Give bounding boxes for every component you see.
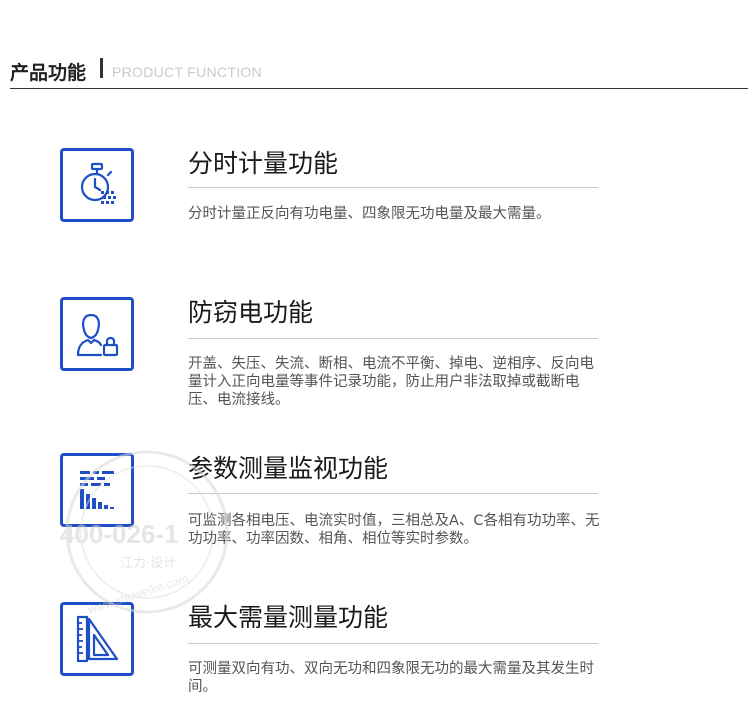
- feature-description: 可监测各相电压、电流实时值，三相总及A、C各相有功功率、无功功率、功率因数、相角…: [188, 513, 600, 547]
- feature-title: 防窃电功能: [188, 298, 314, 327]
- feature-title: 参数测量监视功能: [188, 454, 389, 483]
- feature-title: 分时计量功能: [188, 149, 339, 178]
- stopwatch-icon: [60, 148, 134, 222]
- feature-title: 最大需量测量功能: [188, 603, 389, 632]
- bar-chart-icon: [60, 453, 134, 527]
- section-subtitle: PRODUCT FUNCTION: [112, 64, 262, 80]
- feature-divider: [188, 187, 598, 188]
- section-header: 产品功能 PRODUCT FUNCTION: [10, 52, 748, 89]
- feature-description: 可测量双向有功、双向无功和四象限无功的最大需量及其发生时间。: [188, 661, 594, 695]
- feature-description: 分时计量正反向有功电量、四象限无功电量及最大需量。: [188, 206, 551, 222]
- user-lock-icon: [60, 297, 134, 371]
- feature-divider: [188, 493, 598, 494]
- feature-description: 开盖、失压、失流、断相、电流不平衡、掉电、逆相序、反向电量计入正向电量等事件记录…: [188, 356, 594, 408]
- svg-text:江力·设计: 江力·设计: [120, 556, 176, 571]
- section-title: 产品功能: [10, 62, 87, 84]
- feature-divider: [188, 338, 598, 339]
- feature-divider: [188, 643, 598, 644]
- title-separator: [100, 58, 103, 78]
- ruler-triangle-icon: [60, 602, 134, 676]
